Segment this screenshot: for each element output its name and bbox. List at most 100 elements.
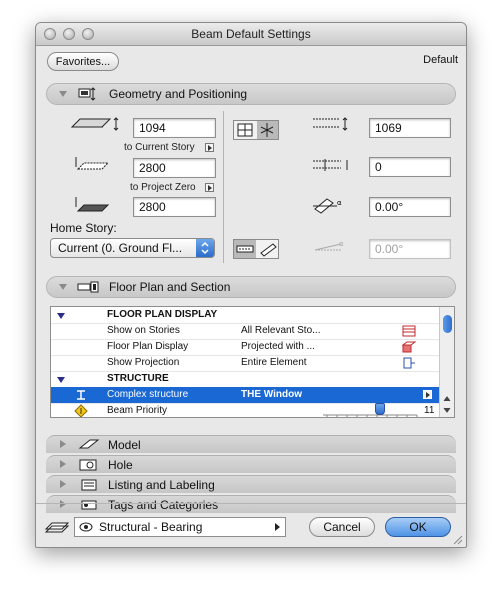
rotation-angle-input[interactable]: 0.00° xyxy=(369,197,451,217)
row-value: Entire Element xyxy=(241,357,307,368)
slider-thumb[interactable] xyxy=(375,403,385,415)
beam-height-icon xyxy=(70,117,119,131)
geometry-section-title: Geometry and Positioning xyxy=(109,87,248,101)
row-value: THE Window xyxy=(241,389,303,400)
listing-section-header[interactable]: Listing and Labeling xyxy=(46,475,456,493)
beam-offset-icon xyxy=(313,159,348,171)
table-row[interactable]: Beam Priority 11 xyxy=(51,403,439,417)
table-row[interactable]: Show on Stories All Relevant Sto... xyxy=(51,323,439,340)
tags-section-header[interactable]: Tags and Categories xyxy=(46,495,456,513)
row-label: Show Projection xyxy=(107,357,180,368)
section-title: Hole xyxy=(108,458,133,472)
to-project-zero-label: to Project Zero xyxy=(130,182,196,193)
offset-icon xyxy=(75,157,110,170)
section-title: Tags and Categories xyxy=(108,498,219,512)
expand-triangle-icon xyxy=(60,440,66,448)
scrollbar-thumb[interactable] xyxy=(443,315,452,333)
ok-button[interactable]: OK xyxy=(385,517,451,537)
floorplan-section-header[interactable]: Floor Plan and Section xyxy=(46,276,456,298)
table-row[interactable]: STRUCTURE xyxy=(51,371,439,388)
window-title: Beam Default Settings xyxy=(191,27,311,41)
project-zero-arrow-button[interactable] xyxy=(205,183,214,192)
expand-triangle-icon xyxy=(59,284,67,290)
favorites-button[interactable]: Favorites... xyxy=(47,52,119,71)
anchor-edge-icon[interactable] xyxy=(257,121,278,139)
row-label: Show on Stories xyxy=(107,325,180,336)
layer-value: Structural - Bearing xyxy=(99,520,203,534)
beam-offset-input[interactable]: 0 xyxy=(369,157,451,177)
expand-triangle-icon xyxy=(60,480,66,488)
expand-triangle-icon xyxy=(59,91,67,97)
section-title: Listing and Labeling xyxy=(108,478,215,492)
anchor-center-icon[interactable] xyxy=(236,122,254,138)
home-story-label: Home Story: xyxy=(50,221,117,235)
model-section-header[interactable]: Model xyxy=(46,435,456,453)
row-label: STRUCTURE xyxy=(107,373,169,384)
svg-text:α: α xyxy=(337,199,342,207)
table-scrollbar[interactable] xyxy=(439,307,454,417)
beam-width-input[interactable]: 1069 xyxy=(369,118,451,138)
home-story-select[interactable]: Current (0. Ground Fl... xyxy=(50,238,215,258)
slider-track-icon xyxy=(323,414,418,417)
row-label: FLOOR PLAN DISPLAY xyxy=(107,309,218,320)
priority-icon xyxy=(74,404,88,417)
slant-angle-input[interactable]: 0.00° xyxy=(369,239,451,259)
row-value: Projected with ... xyxy=(241,341,315,352)
svg-text:α: α xyxy=(339,240,344,248)
floorplan-section-title: Floor Plan and Section xyxy=(109,280,231,294)
table-row-selected[interactable]: Complex structure THE Window xyxy=(51,387,439,404)
geometry-icon xyxy=(78,87,96,101)
geometry-section-header[interactable]: Geometry and Positioning xyxy=(46,83,456,105)
beam-width-icon xyxy=(313,117,348,131)
listing-icon xyxy=(81,479,97,491)
horizontal-beam-icon[interactable] xyxy=(234,240,256,258)
rotation-angle-icon: α xyxy=(313,198,342,214)
column-divider xyxy=(223,111,224,263)
row-label: Complex structure xyxy=(107,389,189,400)
select-stepper-icon xyxy=(196,239,214,257)
scroll-arrows-icon[interactable] xyxy=(443,395,452,415)
table-row[interactable]: Show Projection Entire Element xyxy=(51,355,439,372)
footer-separator xyxy=(36,503,466,504)
row-label: Beam Priority xyxy=(107,405,168,416)
elevation-input[interactable]: 2800 xyxy=(133,197,216,217)
title-bar: Beam Default Settings xyxy=(36,23,466,46)
row-value: All Relevant Sto... xyxy=(241,325,321,336)
slant-angle-icon: α xyxy=(314,240,344,251)
home-story-value: Current (0. Ground Fl... xyxy=(58,241,183,255)
show-projection-icon xyxy=(403,357,415,369)
group-collapse-icon[interactable] xyxy=(57,313,65,319)
table-row[interactable]: FLOOR PLAN DISPLAY xyxy=(51,307,439,324)
default-label: Default xyxy=(423,54,458,66)
beam-height-input[interactable]: 1094 xyxy=(133,118,216,138)
beam-priority-slider[interactable] xyxy=(323,403,419,417)
dialog-window: Beam Default Settings Favorites... Defau… xyxy=(35,22,467,548)
slanted-beam-icon[interactable] xyxy=(258,241,278,257)
hole-section-header[interactable]: Hole xyxy=(46,455,456,473)
i-beam-icon xyxy=(77,390,85,400)
floorplan-icon xyxy=(77,281,99,293)
expand-triangle-icon xyxy=(60,500,66,508)
current-story-arrow-button[interactable] xyxy=(205,143,214,152)
eye-icon[interactable] xyxy=(79,522,93,532)
elevation-icon xyxy=(75,197,110,212)
row-label: Floor Plan Display xyxy=(107,341,189,352)
model-icon xyxy=(78,439,100,449)
group-collapse-icon[interactable] xyxy=(57,377,65,383)
caret-right-icon xyxy=(275,523,280,531)
resize-grip-icon[interactable] xyxy=(452,535,464,545)
layer-select[interactable]: Structural - Bearing xyxy=(74,517,286,537)
row-arrow-button[interactable] xyxy=(423,390,432,399)
floorplan-property-table[interactable]: FLOOR PLAN DISPLAY Show on Stories All R… xyxy=(50,306,455,418)
to-current-story-label: to Current Story xyxy=(124,142,195,153)
tags-icon xyxy=(81,500,97,510)
expand-triangle-icon xyxy=(60,460,66,468)
offset-input[interactable]: 2800 xyxy=(133,158,216,178)
anchor-point-group xyxy=(233,120,279,140)
projection-display-icon xyxy=(402,341,416,353)
table-row[interactable]: Floor Plan Display Projected with ... xyxy=(51,339,439,356)
section-title: Model xyxy=(108,438,141,452)
beam-type-group xyxy=(233,239,279,259)
layer-icon xyxy=(44,522,70,533)
cancel-button[interactable]: Cancel xyxy=(309,517,375,537)
